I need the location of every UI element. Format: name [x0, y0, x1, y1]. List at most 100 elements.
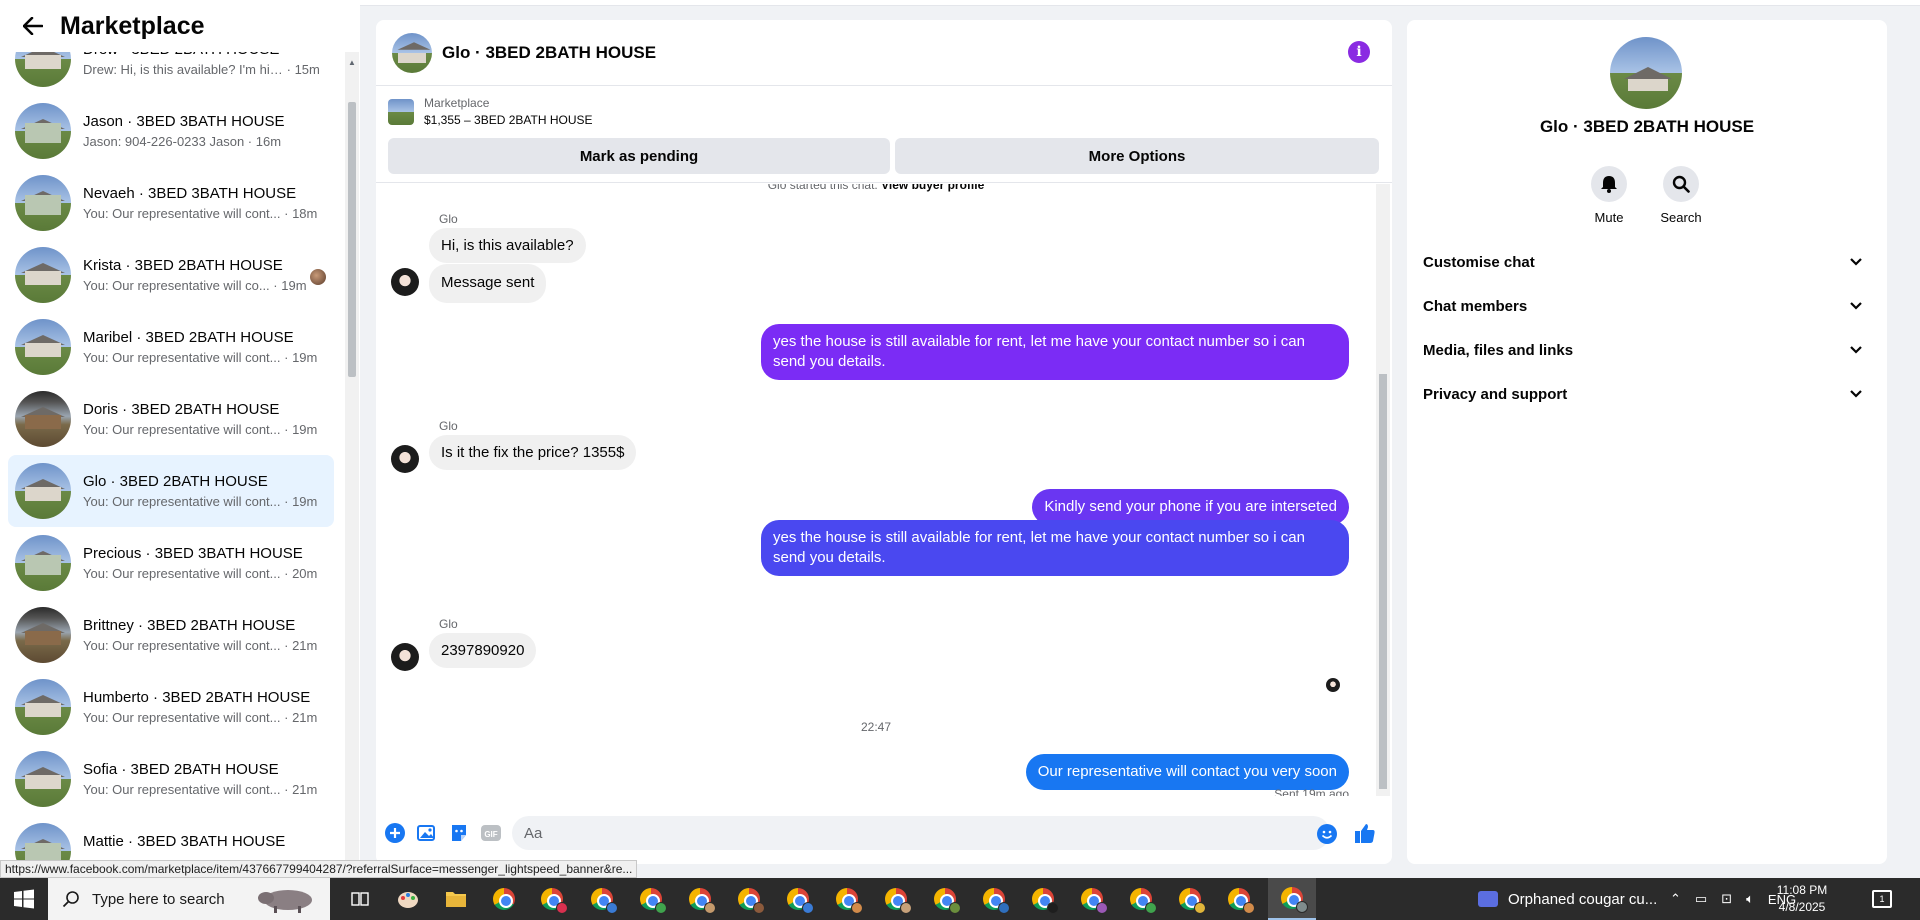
privacy-support-row[interactable]: Privacy and support — [1415, 374, 1879, 414]
chrome-profile-icon[interactable] — [1215, 878, 1263, 920]
conversation-name: Precious · 3BED 3BATH HOUSE — [83, 545, 303, 562]
conversation-item[interactable]: Humberto · 3BED 2BATH HOUSE You: Our repr… — [8, 671, 334, 743]
chrome-profile-icon[interactable] — [725, 878, 773, 920]
conversation-item[interactable]: Drew · 3BED 2BATH HOUSE Drew: Hi, is this… — [8, 52, 334, 95]
scrollbar-thumb[interactable] — [348, 102, 356, 377]
outgoing-message[interactable]: Our representative will contact you very… — [1025, 754, 1349, 790]
gif-icon[interactable]: GIF — [480, 822, 502, 844]
network-icon[interactable]: ▭ — [1695, 891, 1707, 907]
row-label: Media, files and links — [1423, 341, 1574, 359]
chrome-profile-icon[interactable] — [1068, 878, 1116, 920]
started-text: Glo started this chat. — [767, 184, 878, 192]
chrome-profile-icon[interactable] — [528, 878, 576, 920]
conversation-list[interactable]: Drew · 3BED 2BATH HOUSE Drew: Hi, is this… — [0, 52, 345, 878]
conversation-avatar — [15, 463, 71, 519]
notification-count: 1 — [1879, 894, 1885, 904]
back-arrow-icon[interactable] — [20, 13, 46, 39]
mute-button[interactable]: Mute — [1579, 166, 1639, 225]
chat-scrollbar[interactable] — [1376, 184, 1390, 796]
chrome-profile-icon[interactable] — [578, 878, 626, 920]
chevron-up-icon[interactable]: ⌃ — [1670, 891, 1681, 907]
conversation-item[interactable]: Precious · 3BED 3BATH HOUSE You: Our repr… — [8, 527, 334, 599]
chrome-app-icon[interactable] — [480, 878, 528, 920]
conversation-item[interactable]: Brittney · 3BED 2BATH HOUSE You: Our repr… — [8, 599, 334, 671]
chrome-profile-icon[interactable] — [1019, 878, 1067, 920]
file-explorer-icon[interactable] — [432, 878, 480, 920]
sticker-icon[interactable] — [448, 822, 470, 844]
row-label: Privacy and support — [1423, 385, 1568, 403]
conversation-name: Maribel · 3BED 2BATH HOUSE — [83, 329, 294, 346]
notification-center-icon[interactable]: 1 — [1872, 890, 1892, 908]
thumbs-up-icon[interactable] — [1354, 822, 1376, 844]
mark-pending-button[interactable]: Mark as pending — [388, 138, 890, 174]
conversation-name: Jason · 3BED 3BATH HOUSE — [83, 113, 285, 130]
chrome-profile-icon[interactable] — [676, 878, 724, 920]
chrome-active-window-icon[interactable] — [1268, 878, 1316, 920]
search-icon — [62, 891, 79, 908]
system-clock[interactable]: 11:08 PM 4/8/2025 — [1757, 882, 1847, 916]
chat-members-row[interactable]: Chat members — [1415, 286, 1879, 326]
chrome-profile-icon[interactable] — [1117, 878, 1165, 920]
incoming-message[interactable]: Hi, is this available? — [429, 228, 586, 263]
info-icon[interactable]: i — [1348, 41, 1370, 63]
info-avatar[interactable] — [1610, 37, 1682, 109]
chat-scrollbar-thumb[interactable] — [1379, 374, 1387, 789]
conversation-preview: You: Our representative will cont... — [83, 638, 281, 653]
chrome-profile-icon[interactable] — [872, 878, 920, 920]
task-view-icon[interactable] — [336, 878, 384, 920]
conversation-item[interactable]: Doris · 3BED 2BATH HOUSE You: Our represe… — [8, 383, 334, 455]
conversation-avatar — [15, 319, 71, 375]
chrome-profile-icon[interactable] — [774, 878, 822, 920]
conversation-item[interactable]: Jason · 3BED 3BATH HOUSE Jason: 904-226-0… — [8, 95, 334, 167]
photo-icon[interactable] — [416, 822, 438, 844]
windows-start-icon[interactable] — [0, 878, 48, 920]
outgoing-message[interactable]: yes the house is still available for ren… — [761, 324, 1349, 380]
conversation-name: Drew · 3BED 2BATH HOUSE — [83, 52, 318, 58]
conversation-item[interactable]: Maribel · 3BED 2BATH HOUSE You: Our repre… — [8, 311, 334, 383]
outgoing-message[interactable]: yes the house is still available for ren… — [761, 520, 1349, 576]
conversation-item[interactable]: Glo · 3BED 2BATH HOUSE You: Our represent… — [8, 455, 334, 527]
plus-circle-icon[interactable] — [384, 822, 406, 844]
taskbar-search-box[interactable]: Type here to search — [48, 878, 330, 920]
conversation-avatar — [15, 52, 71, 87]
emoji-icon[interactable] — [1316, 823, 1338, 845]
more-options-button[interactable]: More Options — [895, 138, 1379, 174]
incoming-message[interactable]: Message sent — [429, 264, 547, 303]
separator: · — [280, 206, 293, 221]
conversation-sidebar: Drew · 3BED 2BATH HOUSE Drew: Hi, is this… — [0, 0, 360, 878]
svg-text:GIF: GIF — [484, 830, 497, 839]
message-input[interactable] — [512, 816, 1330, 850]
sender-avatar[interactable] — [391, 643, 419, 671]
incoming-message[interactable]: 2397890920 — [429, 633, 537, 668]
conversation-item[interactable]: Krista · 3BED 2BATH HOUSE You: Our repres… — [8, 239, 334, 311]
mute-label: Mute — [1594, 210, 1624, 225]
paint-app-icon[interactable] — [384, 878, 432, 920]
chrome-profile-icon[interactable] — [970, 878, 1018, 920]
chat-avatar[interactable] — [392, 32, 432, 73]
search-icon — [1663, 166, 1699, 202]
incoming-message[interactable]: Is it the fix the price? 1355$ — [429, 435, 637, 470]
chrome-profile-icon[interactable] — [1166, 878, 1214, 920]
chat-title[interactable]: Glo · 3BED 2BATH HOUSE — [442, 43, 656, 63]
conversation-preview: Jason: 904-226-0233 Jason — [83, 134, 245, 149]
search-in-chat-button[interactable]: Search — [1651, 166, 1711, 225]
sidebar-scrollbar[interactable]: ▲ — [345, 52, 359, 878]
news-widget[interactable]: Orphaned cougar cu... — [1478, 878, 1657, 920]
conversation-item[interactable]: Sofia · 3BED 2BATH HOUSE You: Our represe… — [8, 743, 334, 815]
view-buyer-profile-link[interactable]: View buyer profile — [881, 184, 984, 192]
conversation-name: Nevaeh · 3BED 3BATH HOUSE — [83, 185, 297, 202]
chrome-profile-icon[interactable] — [627, 878, 675, 920]
sender-avatar[interactable] — [391, 445, 419, 473]
message-thread[interactable]: Glo started this chat. View buyer profil… — [376, 184, 1376, 796]
customise-chat-row[interactable]: Customise chat — [1415, 242, 1879, 282]
battery-icon[interactable]: ⊡ — [1721, 891, 1732, 907]
scroll-up-arrow-icon[interactable]: ▲ — [348, 58, 356, 67]
chrome-profile-icon[interactable] — [921, 878, 969, 920]
conversation-item[interactable]: Nevaeh · 3BED 3BATH HOUSE You: Our repres… — [8, 167, 334, 239]
chrome-profile-icon[interactable] — [823, 878, 871, 920]
media-files-links-row[interactable]: Media, files and links — [1415, 330, 1879, 370]
listing-info[interactable]: Marketplace $1,355 – 3BED 2BATH HOUSE — [388, 96, 593, 127]
sender-avatar[interactable] — [391, 268, 419, 296]
speaker-icon[interactable]: 🔈︎ — [1746, 891, 1754, 907]
windows-taskbar: Type here to search Orphaned cougar cu..… — [0, 878, 1920, 920]
